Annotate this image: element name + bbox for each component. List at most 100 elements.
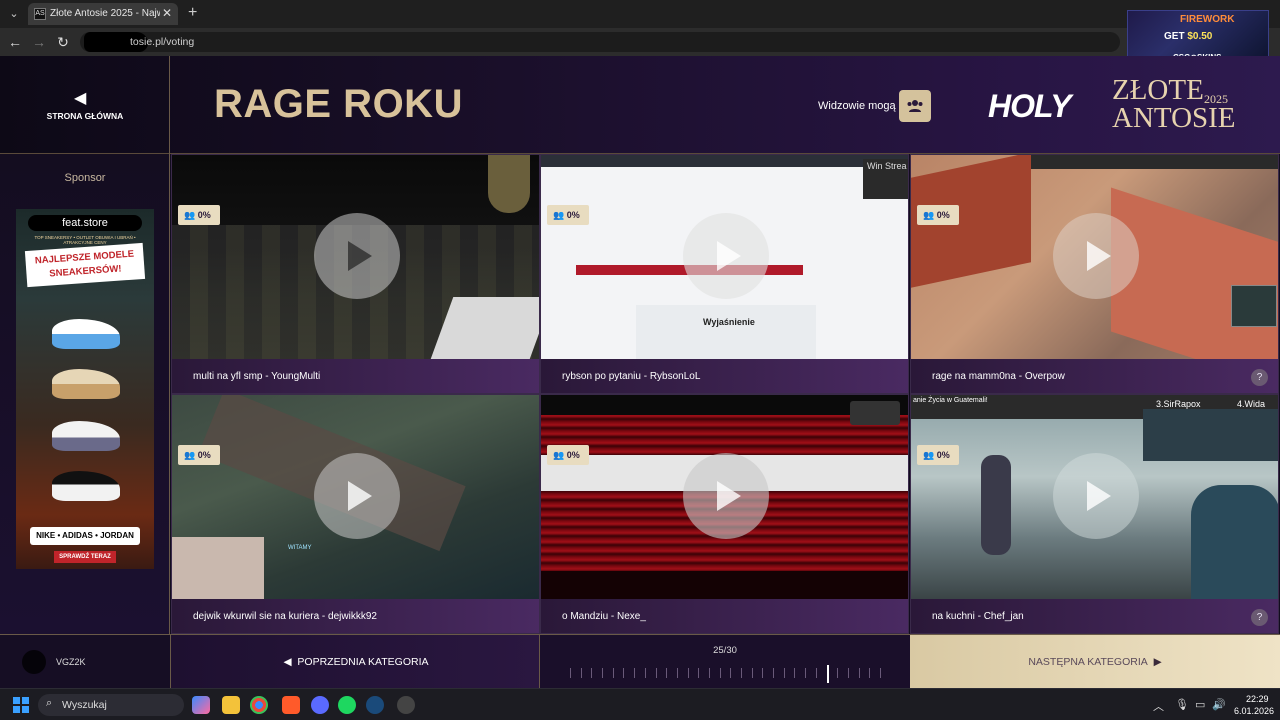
video-thumbnail[interactable]: 👥 0% <box>172 155 539 359</box>
progress-tick <box>698 668 700 678</box>
page-footer: VGZ2K ◀ POPRZEDNIA KATEGORIA 25/30 NASTĘ… <box>0 634 1280 689</box>
back-icon[interactable]: ← <box>6 33 24 51</box>
volume-icon[interactable]: 🔊 <box>1212 698 1226 711</box>
caption-text: rage na mamm0na - Overpow <box>932 371 1065 382</box>
page-header: ◀ STRONA GŁÓWNA RAGE ROKU Widzowie mogą … <box>0 56 1280 154</box>
users-icon: 👥 <box>923 210 935 220</box>
nominee-card[interactable]: WITAMY 👥 0% dejwik wkurwil sie na kurier… <box>171 394 540 634</box>
rank-label: 4.Wida <box>1237 399 1266 409</box>
home-label: STRONA GŁÓWNA <box>46 111 124 121</box>
nominee-card[interactable]: 👥 0% rage na mamm0na - Overpow ? <box>910 154 1279 394</box>
vote-badge: 👥 0% <box>178 205 220 225</box>
logo-year: 2025 <box>1204 92 1228 106</box>
url-field[interactable]: tosie.pl/voting <box>80 32 1120 52</box>
chevron-up-icon[interactable]: ︿ <box>1153 698 1164 714</box>
sneaker-image <box>52 471 120 501</box>
next-category-button[interactable]: NASTĘPNA KATEGORIA ▶ <box>910 635 1280 689</box>
tab-search-icon[interactable]: ⌄ <box>6 6 22 22</box>
video-thumbnail[interactable]: WITAMY 👥 0% <box>172 395 539 599</box>
copilot-icon[interactable] <box>192 696 210 714</box>
progress-tick <box>837 668 839 678</box>
play-button[interactable] <box>1053 453 1139 539</box>
vote-badge: 👥 0% <box>547 445 589 465</box>
rank-label: 3.SirRapox <box>1156 399 1201 409</box>
progress-tick <box>602 668 604 678</box>
microphone-icon[interactable]: 🎙 <box>1175 698 1189 711</box>
app-icon[interactable] <box>397 696 415 714</box>
nominee-card[interactable]: Wyjaśnienie Win Strea 👥 0% rybson po pyt… <box>540 154 909 394</box>
discord-icon[interactable] <box>311 696 329 714</box>
video-thumbnail[interactable]: Wyjaśnienie Win Strea 👥 0% <box>541 155 908 359</box>
progress-tick <box>676 668 678 678</box>
nominee-caption: o Mandziu - Nexe_ <box>541 599 908 633</box>
progress-tick <box>762 668 764 678</box>
tab-title: Złote Antosie 2025 - Największ <box>50 8 160 19</box>
previous-category-button[interactable]: ◀ POPRZEDNIA KATEGORIA <box>170 635 540 689</box>
csgo-skins-ad[interactable]: FIREWORK GET $0.50 CSG⊙SKINS <box>1127 10 1269 62</box>
caption-text: multi na yfl smp - YoungMulti <box>193 371 321 382</box>
sneaker-image <box>52 369 120 399</box>
help-icon[interactable]: ? <box>1251 369 1268 386</box>
category-progress: 25/30 <box>540 635 910 689</box>
spotify-icon[interactable] <box>338 696 356 714</box>
home-button[interactable]: ◀ STRONA GŁÓWNA <box>0 56 170 154</box>
progress-tick <box>666 668 668 678</box>
ad-headline: NAJLEPSZE MODELE SNEAKERSÓW! <box>24 242 146 288</box>
new-tab-icon[interactable]: + <box>188 4 197 22</box>
progress-tick <box>634 668 636 678</box>
clock-date[interactable]: 6.01.2026 <box>1234 706 1274 716</box>
progress-tick <box>847 668 849 678</box>
brave-icon[interactable] <box>282 696 300 714</box>
kitchen-banner: anie Życia w Guatemali! <box>913 397 988 404</box>
users-icon: 👥 <box>184 450 196 460</box>
steam-icon[interactable] <box>366 696 384 714</box>
nominee-caption: rage na mamm0na - Overpow ? <box>911 359 1278 393</box>
ad-cta-button[interactable]: SPRAWDŹ TERAZ <box>54 551 116 563</box>
arrow-left-icon: ◀ <box>74 90 87 107</box>
voting-page: ◀ STRONA GŁÓWNA RAGE ROKU Widzowie mogą … <box>0 56 1280 689</box>
browser-tab[interactable]: AS Złote Antosie 2025 - Największ ✕ <box>28 3 178 25</box>
caption-text: rybson po pytaniu - RybsonLoL <box>562 371 701 382</box>
forward-icon[interactable]: → <box>30 33 48 51</box>
video-thumbnail[interactable]: 👥 0% <box>541 395 908 599</box>
video-thumbnail[interactable]: anie Życia w Guatemali! 3.SirRapox 4.Wid… <box>911 395 1278 599</box>
sneaker-image <box>52 421 120 451</box>
nominee-card[interactable]: anie Życia w Guatemali! 3.SirRapox 4.Wid… <box>910 394 1279 634</box>
play-button[interactable] <box>683 213 769 299</box>
reload-icon[interactable]: ↻ <box>54 33 72 51</box>
avatar[interactable] <box>22 650 46 674</box>
taskbar-search[interactable]: ⌕ Wyszukaj <box>38 694 184 716</box>
chrome-icon[interactable] <box>250 696 268 714</box>
caption-text: dejwik wkurwil sie na kuriera - dejwikkk… <box>193 611 377 622</box>
progress-tick <box>794 668 796 678</box>
play-button[interactable] <box>1053 213 1139 299</box>
viewers-button[interactable] <box>899 90 931 122</box>
sponsor-label: Sponsor <box>64 172 106 184</box>
viewers-label: Widzowie mogą <box>818 100 896 112</box>
progress-tick-current <box>826 665 829 683</box>
stream-label: Win Strea <box>867 161 907 171</box>
users-icon: 👥 <box>184 210 196 220</box>
video-thumbnail[interactable]: 👥 0% <box>911 155 1278 359</box>
sponsor-sidebar: Sponsor feat.store TOP SNEAKERSY • OUTLE… <box>0 154 170 634</box>
feat-store-ad[interactable]: feat.store TOP SNEAKERSY • OUTLET OBUWIA… <box>16 209 154 569</box>
ad-store-name: feat.store <box>28 215 142 231</box>
nominee-card[interactable]: 👥 0% multi na yfl smp - YoungMulti <box>171 154 540 394</box>
url-text: tosie.pl/voting <box>130 36 195 48</box>
play-button[interactable] <box>683 453 769 539</box>
arrow-right-icon: ▶ <box>1147 656 1162 668</box>
clock-time[interactable]: 22:29 <box>1246 694 1269 704</box>
help-icon[interactable]: ? <box>1251 609 1268 626</box>
tab-close-icon[interactable]: ✕ <box>162 6 172 20</box>
holy-logo: HOLY <box>988 88 1072 124</box>
windows-start-icon[interactable] <box>13 697 29 713</box>
play-button[interactable] <box>314 213 400 299</box>
taskbar: ⌕ Wyszukaj ︿ 🎙 ▭ 🔊 22:29 6.01.2026 <box>0 688 1280 720</box>
file-explorer-icon[interactable] <box>222 696 240 714</box>
progress-tick <box>858 668 860 678</box>
nominee-card[interactable]: 👥 0% o Mandziu - Nexe_ <box>540 394 909 634</box>
network-icon[interactable]: ▭ <box>1195 698 1205 711</box>
progress-tick <box>880 668 881 678</box>
page-title: RAGE ROKU <box>214 82 463 126</box>
play-button[interactable] <box>314 453 400 539</box>
